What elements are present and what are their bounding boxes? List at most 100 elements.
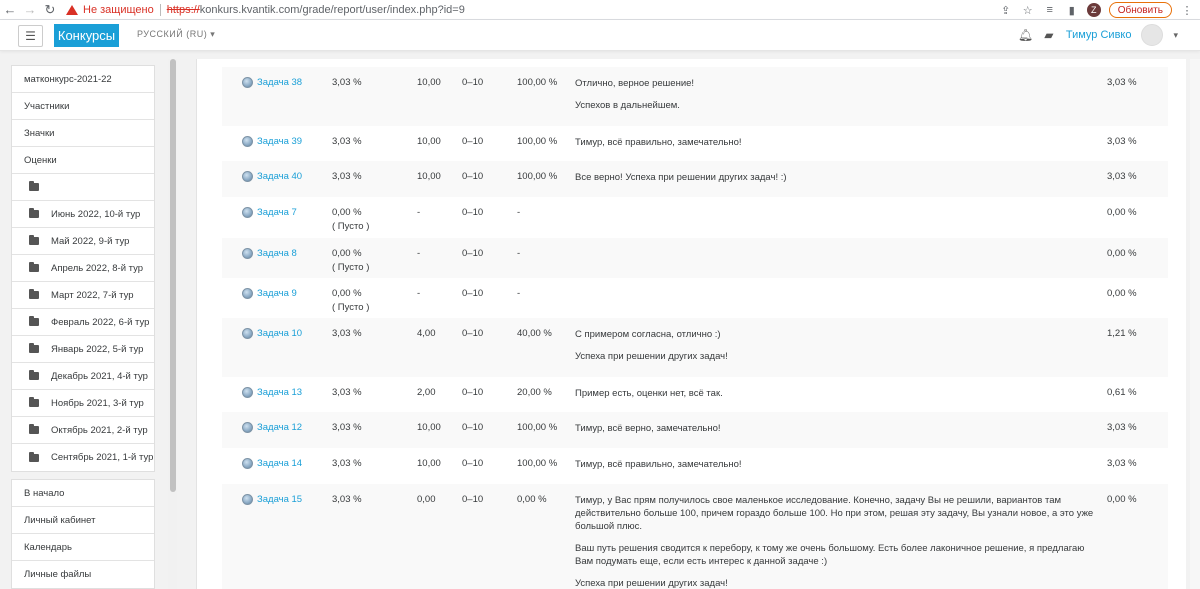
sidebar-item-round[interactable]: Январь 2022, 5-й тур bbox=[12, 336, 154, 363]
messages-icon[interactable]: ▰ bbox=[1042, 28, 1056, 42]
range-cell: 0–10 bbox=[462, 207, 484, 218]
grade-item-link[interactable]: Задача 9 bbox=[257, 288, 297, 299]
grade-item[interactable]: Задача 38 bbox=[242, 77, 302, 88]
language-menu[interactable]: РУССКИЙ (RU) ▾ bbox=[137, 29, 215, 40]
avatar[interactable] bbox=[1141, 24, 1164, 46]
menu-dots-icon[interactable]: ⋮ bbox=[1180, 3, 1194, 17]
folder-icon bbox=[29, 289, 39, 299]
folder-icon bbox=[29, 370, 39, 380]
profile-avatar[interactable]: Z bbox=[1086, 3, 1101, 17]
range-cell: 0–10 bbox=[462, 387, 484, 398]
page-scrollbar[interactable] bbox=[1190, 59, 1200, 589]
grade-item-link[interactable]: Задача 39 bbox=[257, 136, 302, 147]
grade-item[interactable]: Задача 8 bbox=[242, 248, 297, 259]
reading-list-icon[interactable]: ≡ bbox=[1043, 3, 1057, 17]
folder-icon bbox=[29, 451, 39, 462]
grade-item[interactable]: Задача 14 bbox=[242, 458, 302, 469]
grade-item[interactable]: Задача 39 bbox=[242, 136, 302, 147]
sidebar-item-round[interactable]: Апрель 2022, 8-й тур bbox=[12, 255, 154, 282]
feedback-paragraph: Тимур, всё верно, замечательно! bbox=[575, 423, 721, 434]
user-name[interactable]: Тимур Сивко bbox=[1066, 29, 1132, 41]
sidebar-scrollbar-thumb[interactable] bbox=[170, 59, 176, 492]
range-cell: 0–10 bbox=[462, 422, 484, 433]
divider bbox=[159, 3, 161, 16]
grade-item-link[interactable]: Задача 8 bbox=[257, 248, 297, 259]
sidebar-item-round[interactable]: Сентябрь 2021, 1-й тур bbox=[12, 444, 154, 471]
table-row: Задача 13 3,03 % 2,00 0–10 20,00 % Пример ест… bbox=[222, 377, 1168, 412]
grade-item-link[interactable]: Задача 14 bbox=[257, 458, 302, 469]
sidebar-item-round[interactable]: Март 2022, 7-й тур bbox=[12, 282, 154, 309]
grade-item-link[interactable]: Задача 15 bbox=[257, 494, 302, 505]
sidebar-item-section[interactable] bbox=[12, 174, 154, 201]
grade-item[interactable]: Задача 40 bbox=[242, 171, 302, 182]
sidebar-item-dashboard[interactable]: Личный кабинет bbox=[12, 507, 154, 534]
notifications-icon[interactable]: 🔔︎ bbox=[1018, 28, 1033, 42]
feedback-paragraph: Успехов в дальнейшем. bbox=[575, 100, 680, 111]
forward-icon[interactable]: → bbox=[20, 0, 40, 20]
sidebar-item-label: Личные файлы bbox=[24, 569, 92, 580]
sidebar-item-calendar[interactable]: Календарь bbox=[12, 534, 154, 561]
sidebar-item-badges[interactable]: Значки bbox=[12, 120, 154, 147]
table-row: Задача 12 3,03 % 10,00 0–10 100,00 % Тимур, в… bbox=[222, 412, 1168, 448]
grade-cell: 10,00 bbox=[417, 458, 441, 469]
grade-item[interactable]: Задача 13 bbox=[242, 387, 302, 398]
grade-item[interactable]: Задача 15 bbox=[242, 494, 302, 505]
grade-item[interactable]: Задача 12 bbox=[242, 422, 302, 433]
chevron-down-icon[interactable]: ▾ bbox=[1173, 30, 1178, 41]
grade-item[interactable]: Задача 10 bbox=[242, 328, 302, 339]
grade-item-link[interactable]: Задача 7 bbox=[257, 207, 297, 218]
feedback-cell: Пример есть, оценки нет, всё так. bbox=[575, 387, 1098, 409]
folder-icon bbox=[29, 262, 39, 272]
percentage-cell: 100,00 % bbox=[517, 458, 558, 469]
sidebar-item-home[interactable]: В начало bbox=[12, 480, 154, 507]
site-brand[interactable]: Конкурсы bbox=[54, 24, 119, 47]
grade-cell: 0,00 bbox=[417, 494, 436, 505]
weight-value: 3,03 % bbox=[332, 458, 362, 469]
feedback-paragraph: Ваш путь решения сводится к перебору, к … bbox=[575, 543, 1085, 567]
sidebar-item-round[interactable]: Декабрь 2021, 4-й тур bbox=[12, 363, 154, 390]
table-row: Задача 40 3,03 % 10,00 0–10 100,00 % Все верн… bbox=[222, 161, 1168, 197]
sidebar-item-round[interactable]: Ноябрь 2021, 3-й тур bbox=[12, 390, 154, 417]
warning-icon bbox=[66, 4, 78, 15]
quiz-icon bbox=[242, 494, 253, 505]
sidebar-item-grades[interactable]: Оценки bbox=[12, 147, 154, 174]
grade-item[interactable]: Задача 7 bbox=[242, 207, 297, 218]
empty-label: ( Пусто ) bbox=[332, 221, 370, 232]
feedback-paragraph: С примером согласна, отлично :) bbox=[575, 329, 721, 340]
sidebar-item-label: Значки bbox=[24, 127, 55, 139]
weight-value: 3,03 % bbox=[332, 387, 362, 398]
sidebar-item-course[interactable]: матконкурс-2021-22 bbox=[12, 66, 154, 93]
sidebar-item-participants[interactable]: Участники bbox=[12, 93, 154, 120]
update-button[interactable]: Обновить bbox=[1108, 2, 1172, 18]
quiz-icon bbox=[242, 328, 253, 339]
feedback-paragraph: Тимур, у Вас прям получилось свое малень… bbox=[575, 495, 1094, 532]
grade-item-link[interactable]: Задача 38 bbox=[257, 77, 302, 88]
grade-cell: - bbox=[417, 288, 421, 299]
reload-icon[interactable]: ↻ bbox=[40, 0, 60, 20]
sidebar-item-round[interactable]: Июнь 2022, 10-й тур bbox=[12, 201, 154, 228]
star-icon[interactable]: ☆ bbox=[1021, 3, 1035, 17]
quiz-icon bbox=[242, 387, 253, 398]
sidebar-item-label: матконкурс-2021-22 bbox=[24, 73, 112, 85]
folder-icon bbox=[29, 343, 39, 353]
security-warning[interactable]: Не защищено bbox=[66, 4, 154, 16]
grade-item-link[interactable]: Задача 13 bbox=[257, 387, 302, 398]
folder-icon bbox=[29, 208, 39, 218]
side-panel-icon[interactable]: ▮ bbox=[1065, 3, 1079, 17]
address-bar[interactable]: https://konkurs.kvantik.com/grade/report… bbox=[167, 4, 465, 16]
feedback-cell: Тимур, всё верно, замечательно! bbox=[575, 422, 1098, 444]
sidebar-item-files[interactable]: Личные файлы bbox=[12, 561, 154, 588]
grade-item-link[interactable]: Задача 10 bbox=[257, 328, 302, 339]
sidebar-item-round[interactable]: Февраль 2022, 6-й тур bbox=[12, 309, 154, 336]
sidebar-item-round[interactable]: Май 2022, 9-й тур bbox=[12, 228, 154, 255]
back-icon[interactable]: ← bbox=[0, 0, 20, 20]
menu-toggle-icon[interactable]: ☰ bbox=[18, 25, 43, 47]
quiz-icon bbox=[242, 288, 253, 299]
grade-item[interactable]: Задача 9 bbox=[242, 288, 297, 299]
security-warning-label: Не защищено bbox=[83, 3, 154, 16]
percentage-cell: 40,00 % bbox=[517, 328, 552, 339]
grade-item-link[interactable]: Задача 40 bbox=[257, 171, 302, 182]
share-icon[interactable]: ⇪ bbox=[999, 3, 1013, 17]
sidebar-item-round[interactable]: Октябрь 2021, 2-й тур bbox=[12, 417, 154, 444]
grade-item-link[interactable]: Задача 12 bbox=[257, 422, 302, 433]
